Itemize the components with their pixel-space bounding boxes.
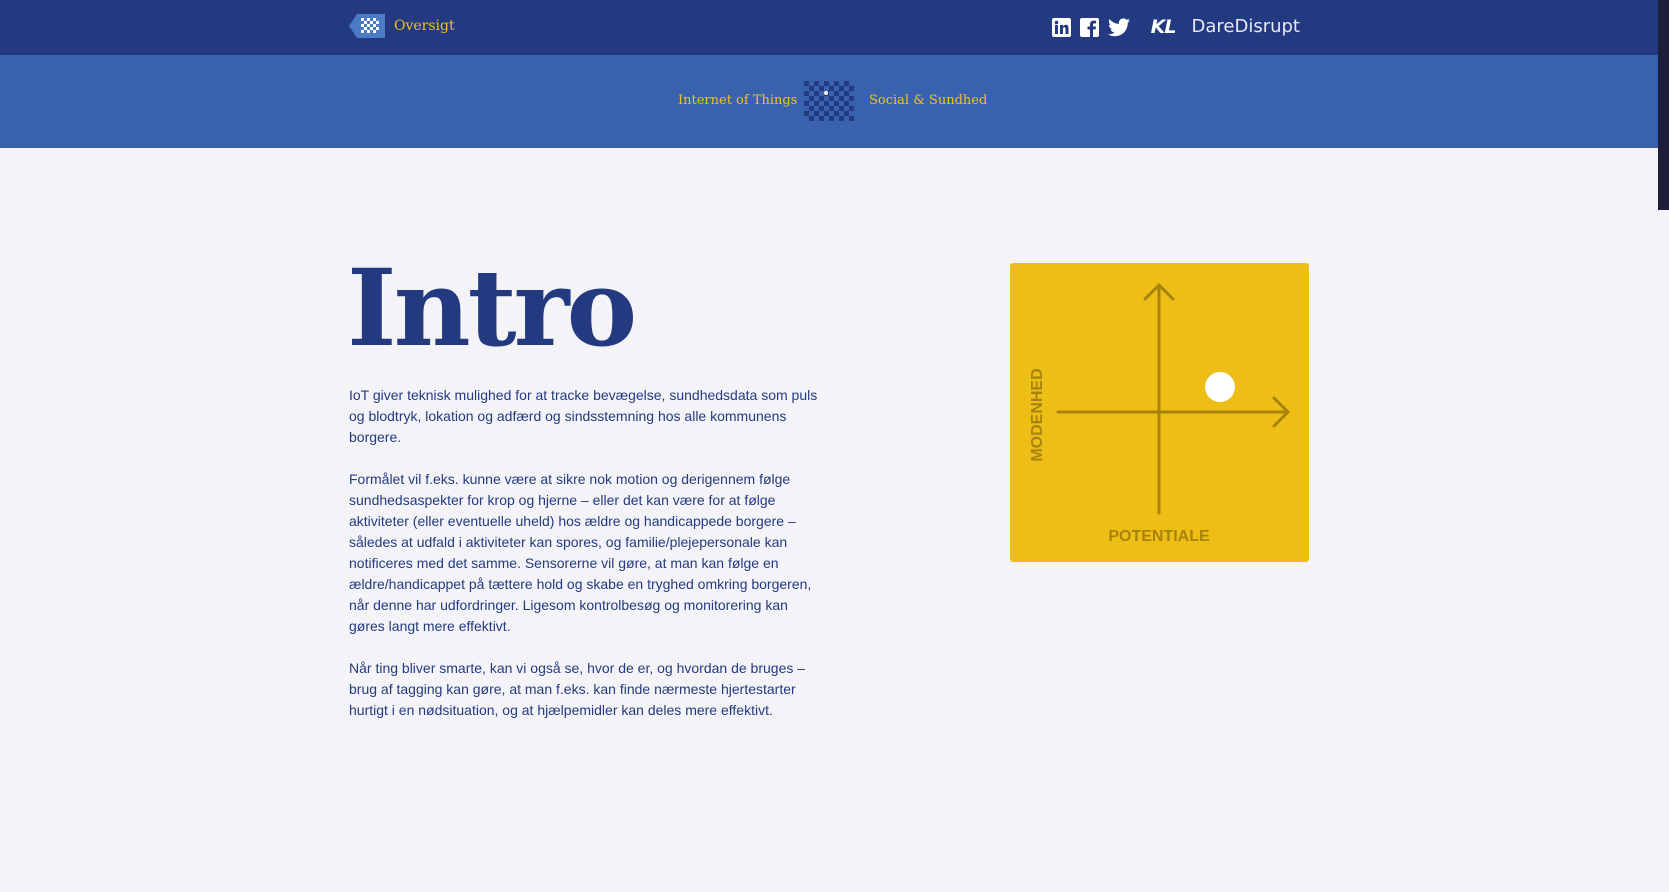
position-marker [1205,372,1235,402]
maturity-potential-matrix: MODENHED POTENTIALE [1010,263,1309,562]
page-title: Intro [347,245,637,370]
twitter-icon[interactable] [1107,17,1130,37]
daredisrupt-logo[interactable]: DareDisrupt [1191,16,1300,38]
facebook-icon[interactable] [1079,17,1099,37]
scrollbar-thumb[interactable] [1658,0,1669,210]
section-grid-icon[interactable] [804,81,854,121]
intro-text: IoT giver teknisk mulighed for at tracke… [349,385,824,742]
back-to-overview-link[interactable]: Oversigt [349,14,455,38]
kl-logo[interactable]: KL [1151,16,1177,38]
next-section-link[interactable]: Social & Sundhed [869,93,987,108]
intro-paragraph: Formålet vil f.eks. kunne være at sikre … [349,471,812,634]
intro-paragraph: Når ting bliver smarte, kan vi også se, … [349,660,806,718]
back-link-label: Oversigt [394,18,455,34]
prev-section-link[interactable]: Internet of Things [678,93,797,108]
linkedin-icon[interactable] [1051,17,1071,37]
section-navigation-bar: Internet of Things Social & Sundhed [0,55,1658,148]
y-axis-label: MODENHED [1029,368,1046,461]
header-right-group: KL DareDisrupt [1051,16,1300,38]
top-navigation-bar: Oversigt KL DareDisrupt [0,0,1658,55]
intro-paragraph: IoT giver teknisk mulighed for at tracke… [349,387,818,445]
back-arrow-grid-icon [349,14,385,38]
x-axis-label: POTENTIALE [1108,528,1210,545]
